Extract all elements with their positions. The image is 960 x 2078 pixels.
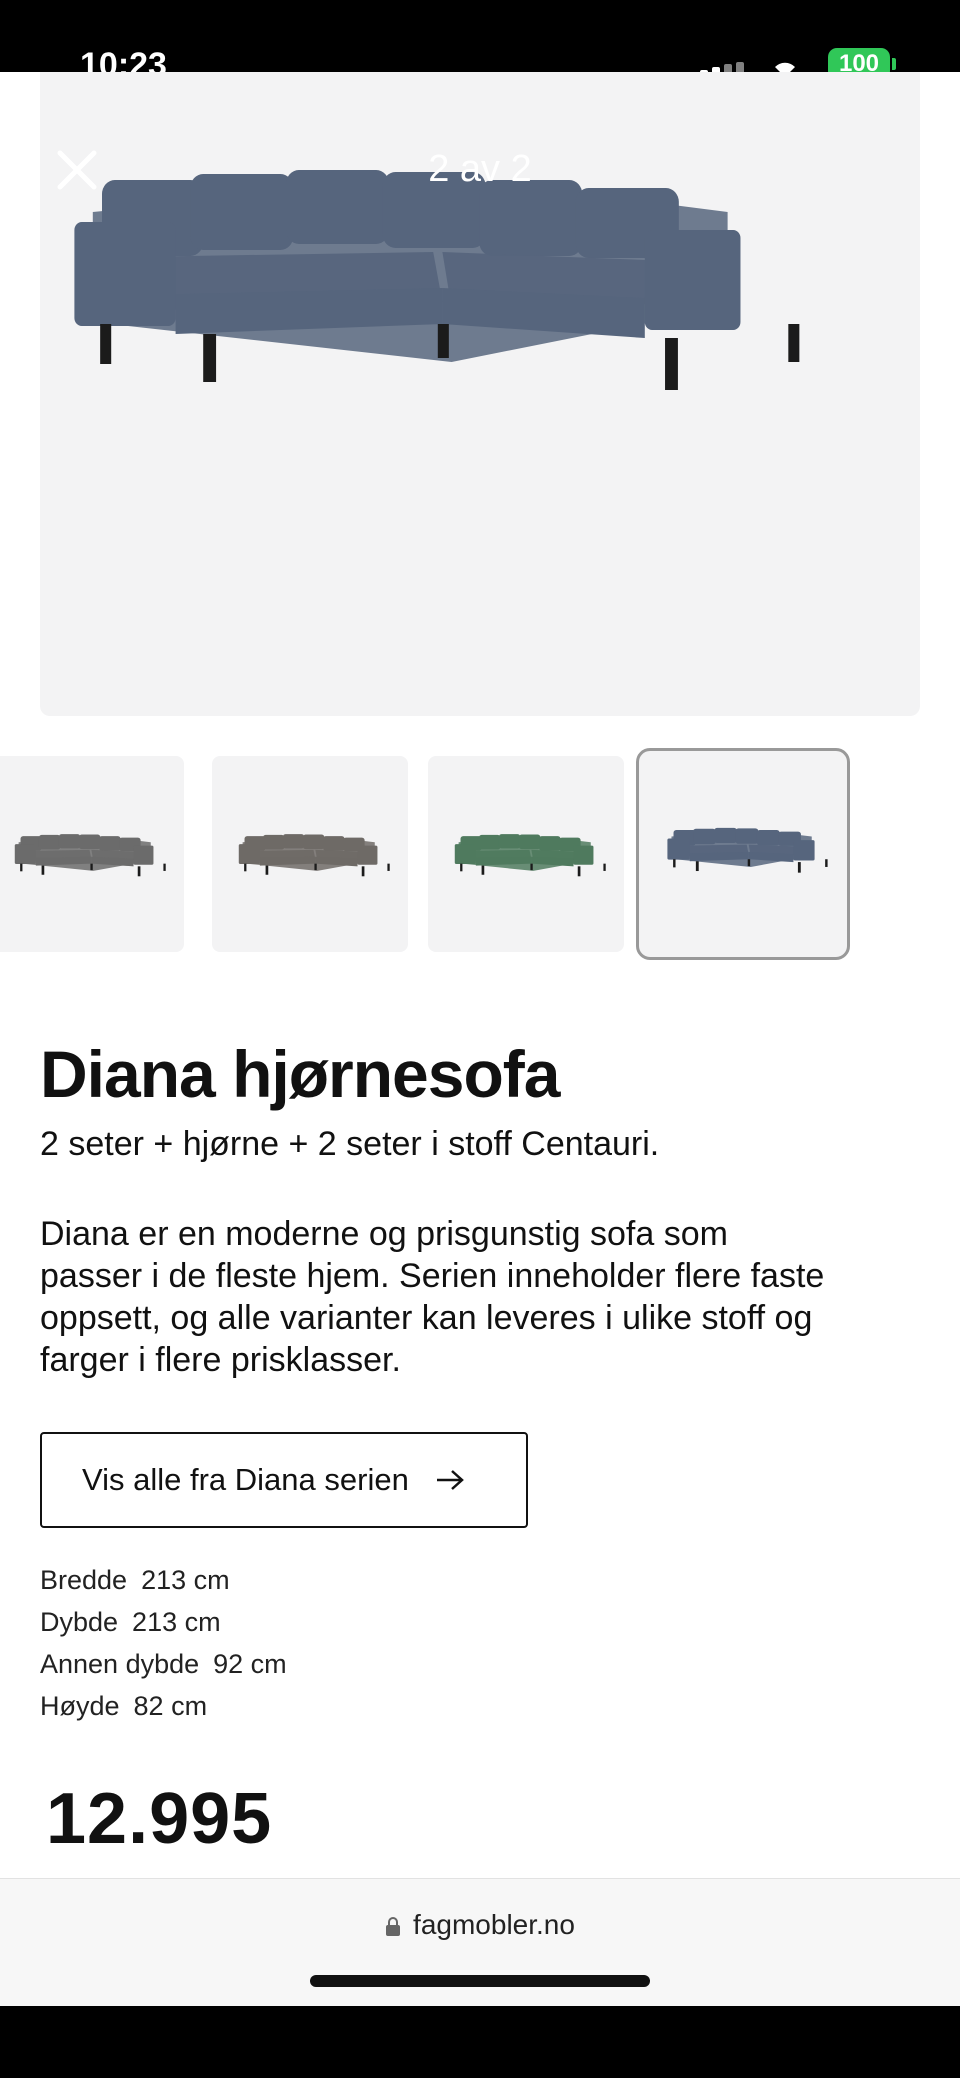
spec-value: 213 cm [141,1565,230,1595]
spec-row-depth: Dybde 213 cm [40,1607,640,1649]
spec-label: Bredde [40,1565,128,1595]
spec-label: Dybde [40,1607,119,1637]
spec-label: Annen dybde [40,1649,200,1679]
browser-address-bar[interactable]: fagmobler.no [0,1878,960,2006]
spec-row-width: Bredde 213 cm [40,1565,640,1607]
home-indicator[interactable] [310,1975,650,1987]
spec-value: 82 cm [133,1691,208,1721]
thumbnail-blue[interactable] [636,748,850,960]
view-series-button[interactable]: Vis alle fra Diana serien [40,1432,528,1528]
url-display[interactable]: fagmobler.no [0,1909,960,1941]
status-bar: 10:23 100 [0,0,960,84]
description-line: farger i flere prisklasser. [40,1341,401,1379]
arrow-right-icon [436,1470,464,1490]
lock-icon [386,1917,401,1936]
sofa-illustration [74,170,800,390]
view-series-label: Vis alle fra Diana serien [82,1462,409,1497]
spec-row-height: Høyde 82 cm [40,1691,640,1733]
spec-value: 213 cm [132,1607,221,1637]
thumbnail-grey[interactable] [0,756,184,952]
url-text: fagmobler.no [413,1909,575,1940]
bottom-bar [0,2006,960,2078]
thumbnail-green[interactable] [428,756,624,952]
sofa-thumbnail-icon [238,834,390,877]
image-counter: 2 av 2 [428,148,532,190]
sofa-thumbnail-icon [454,834,606,877]
description-line: passer i de fleste hjem. Serien innehold… [40,1257,825,1295]
product-title: Diana hjørnesofa [40,1037,560,1111]
close-icon[interactable] [52,145,102,195]
spec-value: 92 cm [213,1649,287,1679]
product-description: Diana er en moderne og prisgunstig sofa … [40,1213,930,1381]
description-line: oppsett, og alle varianter kan leveres i… [40,1299,813,1337]
sofa-thumbnail-icon [14,834,166,877]
product-subtitle: 2 seter + hjørne + 2 seter i stoff Centa… [40,1125,660,1163]
thumbnail-grey-brown[interactable] [212,756,408,952]
product-price: 12.995 [46,1779,273,1859]
battery-tip [892,58,896,70]
sofa-thumbnail-icon [667,827,828,873]
spec-label: Høyde [40,1691,120,1721]
spec-row-other-depth: Annen dybde 92 cm [40,1649,640,1691]
thumbnail-strip [0,748,960,960]
description-line: Diana er en moderne og prisgunstig sofa … [40,1215,728,1253]
dimensions-list: Bredde 213 cm Dybde 213 cm Annen dybde 92 c… [40,1565,640,1733]
